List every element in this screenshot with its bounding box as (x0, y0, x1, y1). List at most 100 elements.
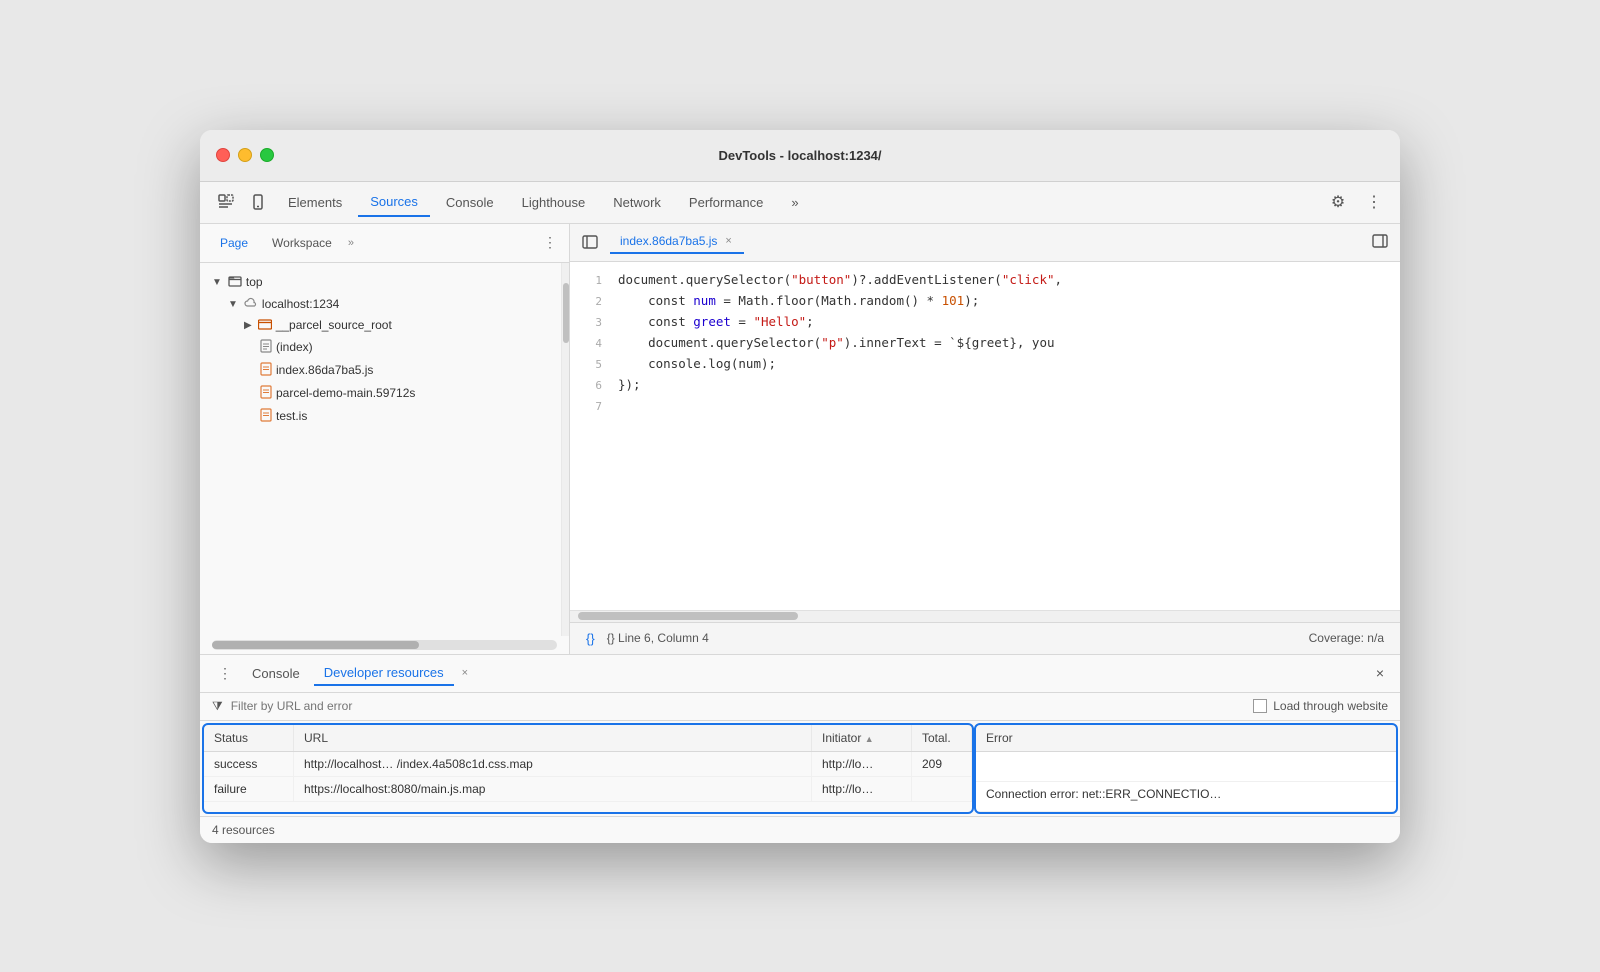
error-th: Error (976, 725, 1396, 751)
tree-item-test[interactable]: test.is (200, 405, 561, 428)
js-file-icon3 (260, 408, 272, 425)
td-status-1: success (204, 752, 294, 776)
filter-icon: ⧩ (212, 699, 223, 714)
doc-icon (260, 339, 272, 356)
window-title: DevTools - localhost:1234/ (718, 148, 881, 163)
left-panel-body: ▼ top ▼ localhost:1234 (200, 263, 569, 636)
error-td-1 (976, 752, 1396, 781)
editor-sidebar-toggle[interactable] (578, 230, 602, 254)
tree-label-index-js: index.86da7ba5.js (276, 363, 373, 377)
td-total-2 (912, 777, 972, 801)
tree-item-index-js[interactable]: index.86da7ba5.js (200, 359, 561, 382)
settings-icon[interactable]: ⚙ (1324, 188, 1352, 216)
resources-table-container: Status URL Initiator ▲ Total. success ht… (200, 721, 1400, 816)
td-url-1: http://localhost… /index.4a508c1d.css.ma… (294, 752, 812, 776)
mobile-icon[interactable] (244, 188, 272, 216)
filter-input[interactable] (231, 699, 1246, 713)
code-text-2: const num = Math.floor(Math.random() * 1… (618, 291, 979, 311)
bottom-tab-console[interactable]: Console (242, 662, 310, 685)
left-panel-hscroll[interactable] (212, 640, 557, 650)
tree-item-parcel-main[interactable]: parcel-demo-main.59712s (200, 382, 561, 405)
status-bar-right: Coverage: n/a (1309, 631, 1384, 645)
panel-tabs-more[interactable]: » (348, 237, 354, 249)
resource-count: 4 resources (212, 823, 275, 837)
tab-console[interactable]: Console (434, 189, 506, 216)
table-row-1[interactable]: success http://localhost… /index.4a508c1… (204, 752, 972, 777)
tree-item-localhost[interactable]: ▼ localhost:1234 (200, 294, 561, 315)
code-hscroll[interactable] (570, 610, 1400, 622)
bottom-status: 4 resources (200, 816, 1400, 843)
code-line-6: 6 }); (570, 375, 1400, 396)
th-initiator[interactable]: Initiator ▲ (812, 725, 912, 751)
load-label[interactable]: Load through website (1273, 699, 1388, 713)
format-icon[interactable]: {} (586, 631, 595, 646)
line-number-1: 1 (570, 270, 602, 291)
minimize-button[interactable] (238, 148, 252, 162)
bottom-panel-close[interactable]: × (1372, 661, 1388, 685)
code-line-7: 7 (570, 396, 1400, 417)
main-tab-bar: Elements Sources Console Lighthouse Netw… (200, 182, 1400, 224)
tab-lighthouse[interactable]: Lighthouse (510, 189, 598, 216)
tree-arrow-top: ▼ (212, 277, 222, 288)
editor-status-bar: {} {} Line 6, Column 4 Coverage: n/a (570, 622, 1400, 654)
tree-item-top[interactable]: ▼ top (200, 271, 561, 294)
tab-performance[interactable]: Performance (677, 189, 775, 216)
line-number-5: 5 (570, 354, 602, 375)
folder-orange-icon (258, 318, 272, 333)
code-text-5: console.log(num); (618, 354, 776, 374)
bottom-tab-bar: ⋮ Console Developer resources × × (200, 655, 1400, 693)
js-file-icon (260, 362, 272, 379)
tab-workspace[interactable]: Workspace (264, 232, 340, 254)
tab-sources[interactable]: Sources (358, 188, 430, 217)
code-text-4: document.querySelector("p").innerText = … (618, 333, 1055, 353)
td-status-2: failure (204, 777, 294, 801)
maximize-button[interactable] (260, 148, 274, 162)
td-initiator-2: http://lo… (812, 777, 912, 801)
tree-item-index[interactable]: (index) (200, 336, 561, 359)
table-row-2[interactable]: failure https://localhost:8080/main.js.m… (204, 777, 972, 802)
coverage-label: Coverage: n/a (1309, 631, 1384, 645)
tree-label-localhost: localhost:1234 (262, 297, 339, 311)
th-status[interactable]: Status (204, 725, 294, 751)
traffic-lights (216, 148, 274, 162)
code-line-2: 2 const num = Math.floor(Math.random() *… (570, 291, 1400, 312)
bottom-tab-dev-resources[interactable]: Developer resources (314, 661, 454, 686)
inspect-icon[interactable] (212, 188, 240, 216)
bottom-tab-close-dev[interactable]: × (462, 667, 468, 679)
code-line-4: 4 document.querySelector("p").innerText … (570, 333, 1400, 354)
error-panel: Error Connection error: net::ERR_CONNECT… (976, 725, 1396, 812)
error-td-2: Connection error: net::ERR_CONNECTIO… (976, 782, 1396, 811)
editor-tab-label: index.86da7ba5.js (620, 234, 717, 248)
tab-network[interactable]: Network (601, 189, 673, 216)
tab-page[interactable]: Page (212, 232, 256, 254)
td-url-2: https://localhost:8080/main.js.map (294, 777, 812, 801)
editor-tab-close[interactable]: × (723, 234, 733, 248)
more-options-icon[interactable]: ⋮ (1360, 188, 1388, 216)
code-text-3: const greet = "Hello"; (618, 312, 814, 332)
load-checkbox[interactable] (1253, 699, 1267, 713)
tree-label-parcel-main: parcel-demo-main.59712s (276, 386, 415, 400)
panel-menu-icon[interactable]: ⋮ (543, 234, 557, 251)
close-button[interactable] (216, 148, 230, 162)
error-table: Error Connection error: net::ERR_CONNECT… (976, 725, 1396, 812)
js-file-icon2 (260, 385, 272, 402)
cloud-icon (244, 297, 258, 312)
tab-elements[interactable]: Elements (276, 189, 354, 216)
th-url[interactable]: URL (294, 725, 812, 751)
tree-arrow-parcel: ▶ (244, 320, 252, 331)
editor-right-toggle[interactable] (1368, 229, 1392, 256)
folder-icon (228, 274, 242, 291)
left-panel: Page Workspace » ⋮ ▼ top (200, 224, 570, 654)
th-total[interactable]: Total. (912, 725, 972, 751)
filter-bar: ⧩ Load through website (200, 693, 1400, 721)
tree-item-parcel-root[interactable]: ▶ __parcel_source_root (200, 315, 561, 336)
tree-arrow-localhost: ▼ (228, 299, 238, 310)
tab-bar-right: ⚙ ⋮ (1324, 188, 1388, 216)
tab-more[interactable]: » (779, 189, 810, 216)
td-total-1: 209 (912, 752, 972, 776)
code-area[interactable]: 1 document.querySelector("button")?.addE… (570, 262, 1400, 610)
bottom-more-icon[interactable]: ⋮ (212, 663, 238, 684)
line-number-3: 3 (570, 312, 602, 333)
left-panel-scrollbar[interactable] (561, 263, 569, 636)
editor-tab-active[interactable]: index.86da7ba5.js × (610, 230, 744, 254)
